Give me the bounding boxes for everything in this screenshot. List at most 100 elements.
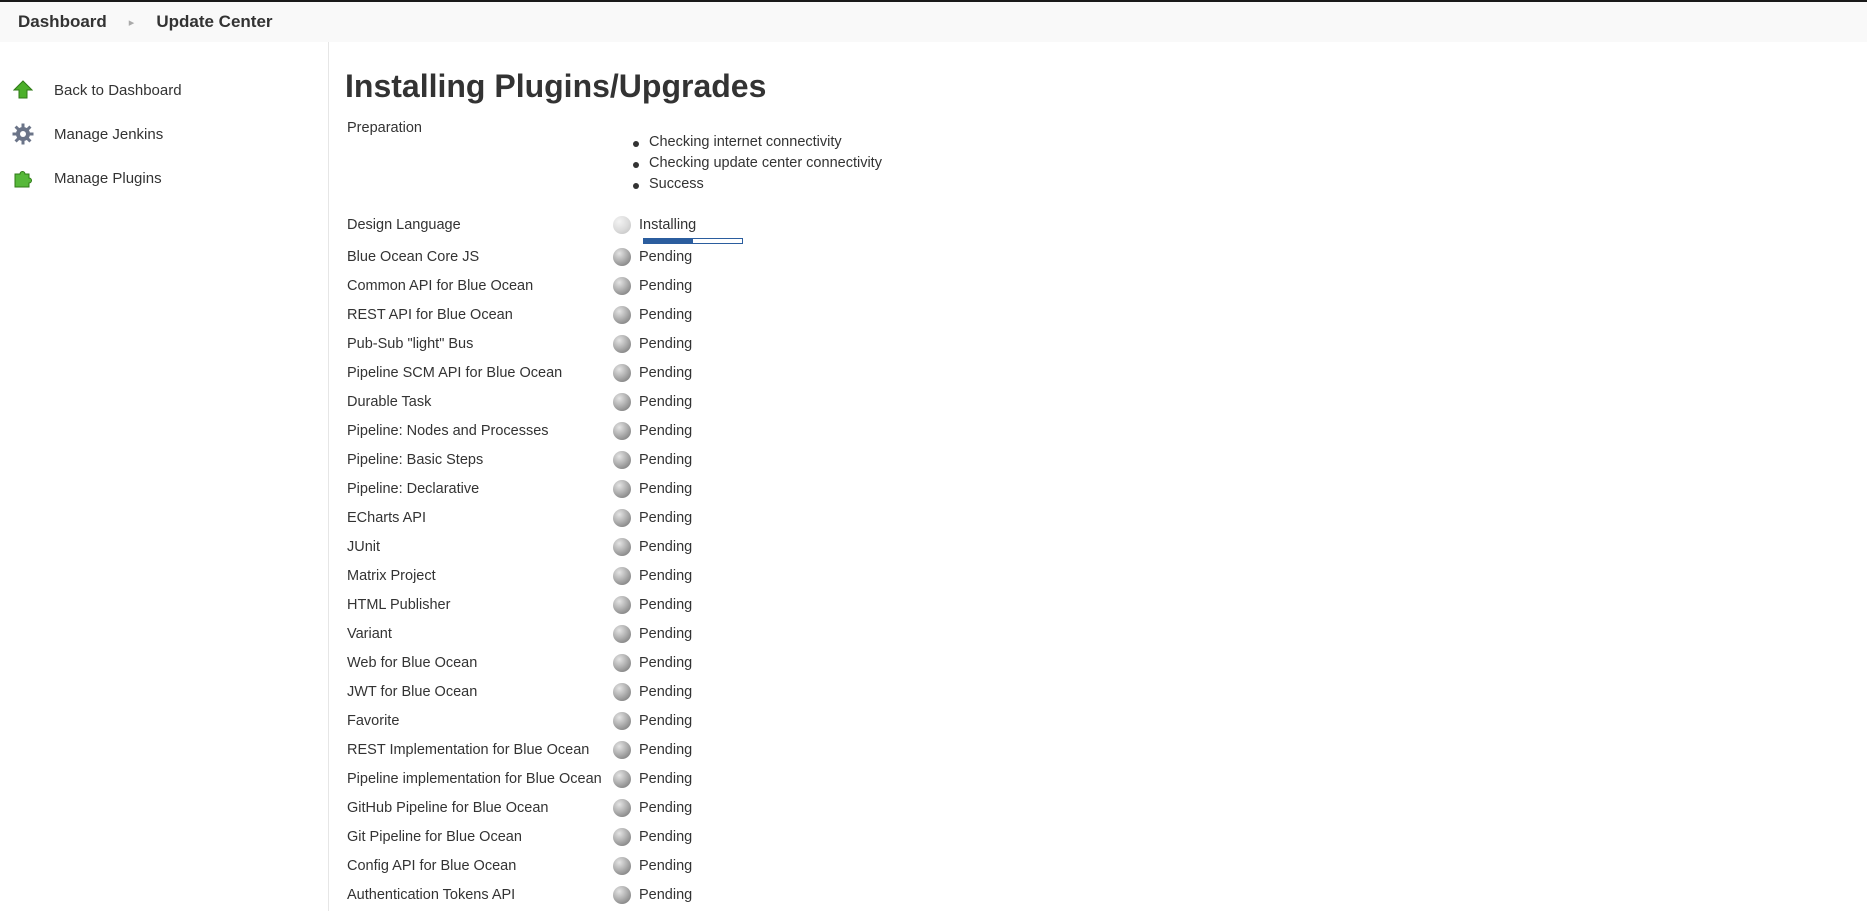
plugin-row: JWT for Blue Ocean Pending	[347, 682, 882, 711]
status-ball-icon	[613, 683, 631, 701]
plugin-status: Pending	[639, 394, 693, 410]
plugin-row: JUnit Pending	[347, 537, 882, 566]
plugin-name: Pipeline: Declarative	[347, 481, 480, 497]
plugin-status: Installing	[639, 217, 697, 233]
plugin-row: Pipeline implementation for Blue Ocean Pe…	[347, 769, 882, 798]
sidebar-item-manage-plugins[interactable]: Manage Plugins	[0, 156, 328, 200]
status-ball-icon	[613, 828, 631, 846]
plugin-name: HTML Publisher	[347, 597, 451, 613]
plugin-status: Pending	[639, 829, 693, 845]
plugin-row: Blue Ocean Core JS Pending	[347, 247, 882, 276]
plugin-row: REST API for Blue Ocean Pending	[347, 305, 882, 334]
plugin-row: Variant Pending	[347, 624, 882, 653]
plugin-row: Config API for Blue Ocean Pending	[347, 856, 882, 885]
plugin-row: Pipeline SCM API for Blue Ocean Pending	[347, 363, 882, 392]
plugin-name: Favorite	[347, 713, 400, 729]
plugin-status: Pending	[639, 771, 693, 787]
breadcrumb: Dashboard ▸ Update Center	[0, 2, 1867, 42]
plugin-status: Pending	[639, 452, 693, 468]
install-status-table: Preparation Checking internet connectivi…	[347, 106, 882, 914]
breadcrumb-update-center[interactable]: Update Center	[156, 12, 272, 32]
plugin-name: Authentication Tokens API	[347, 887, 516, 903]
status-ball-icon	[613, 451, 631, 469]
status-ball-icon	[613, 480, 631, 498]
plugin-row: GitHub Pipeline for Blue Ocean Pending	[347, 798, 882, 827]
status-ball-icon	[613, 625, 631, 643]
plugin-row: Matrix Project Pending	[347, 566, 882, 595]
install-progress-fill	[644, 239, 693, 243]
status-ball-icon	[613, 654, 631, 672]
breadcrumb-chevron-icon: ▸	[128, 16, 135, 29]
plugin-name: Pipeline SCM API for Blue Ocean	[347, 365, 563, 381]
status-ball-icon	[613, 277, 631, 295]
installing-plugin-row: Design Language Installing	[347, 212, 882, 247]
plugin-status: Pending	[639, 481, 693, 497]
plugin-row: Authentication Tokens API Pending	[347, 885, 882, 914]
plugin-name: Pipeline: Nodes and Processes	[347, 423, 549, 439]
status-ball-icon	[613, 422, 631, 440]
breadcrumb-dashboard[interactable]: Dashboard	[18, 12, 107, 32]
gear-icon	[12, 123, 34, 145]
plugin-name: JWT for Blue Ocean	[347, 684, 478, 700]
sidebar-item-manage-jenkins[interactable]: Manage Jenkins	[0, 112, 328, 156]
status-ball-icon	[613, 770, 631, 788]
status-ball-icon	[613, 712, 631, 730]
plugin-status: Pending	[639, 365, 693, 381]
plugin-name: REST Implementation for Blue Ocean	[347, 742, 590, 758]
status-ball-icon	[613, 335, 631, 353]
plugin-name: Variant	[347, 626, 392, 642]
plugin-status: Pending	[639, 423, 693, 439]
plugin-status: Pending	[639, 568, 693, 584]
plugin-status: Pending	[639, 249, 693, 265]
status-ball-icon	[613, 886, 631, 904]
plugin-status: Pending	[639, 626, 693, 642]
status-ball-icon	[613, 567, 631, 585]
status-ball-icon	[613, 306, 631, 324]
plugin-name: Pipeline: Basic Steps	[347, 452, 484, 468]
plugin-name: GitHub Pipeline for Blue Ocean	[347, 800, 549, 816]
page-title: Installing Plugins/Upgrades	[345, 68, 767, 104]
preparation-row: Preparation Checking internet connectivi…	[347, 106, 882, 212]
plugin-name: Common API for Blue Ocean	[347, 278, 534, 294]
status-ball-icon	[613, 393, 631, 411]
plugin-status: Pending	[639, 684, 693, 700]
plugin-status: Pending	[639, 713, 693, 729]
plugin-row: ECharts API Pending	[347, 508, 882, 537]
plugin-status: Pending	[639, 307, 693, 323]
plugin-name: Git Pipeline for Blue Ocean	[347, 829, 522, 845]
plugin-name: Matrix Project	[347, 568, 436, 584]
plugin-row: Favorite Pending	[347, 711, 882, 740]
up-arrow-icon	[12, 79, 34, 101]
plugin-row: Pipeline: Basic Steps Pending	[347, 450, 882, 479]
plugin-name: Design Language	[347, 217, 461, 233]
plugin-row: Pipeline: Declarative Pending	[347, 479, 882, 508]
plugin-status: Pending	[639, 336, 693, 352]
plugin-row: Git Pipeline for Blue Ocean Pending	[347, 827, 882, 856]
plugin-status: Pending	[639, 887, 693, 903]
plugin-status: Pending	[639, 742, 693, 758]
sidebar: Back to Dashboard Manage Jenkins Manage …	[0, 42, 329, 911]
status-ball-icon	[613, 857, 631, 875]
sidebar-item-label: Back to Dashboard	[54, 81, 182, 99]
plugin-name: Blue Ocean Core JS	[347, 249, 480, 265]
sidebar-item-label: Manage Jenkins	[54, 125, 164, 143]
status-ball-icon	[613, 741, 631, 759]
plugin-row: Pipeline: Nodes and Processes Pending	[347, 421, 882, 450]
plugin-status: Pending	[639, 858, 693, 874]
preparation-steps: Checking internet connectivity Checking …	[613, 120, 882, 197]
plugin-name: JUnit	[347, 539, 381, 555]
plugin-name: Web for Blue Ocean	[347, 655, 478, 671]
status-ball-icon	[613, 596, 631, 614]
install-progress-bar	[643, 238, 743, 244]
plugin-row: Common API for Blue Ocean Pending	[347, 276, 882, 305]
plugin-row: HTML Publisher Pending	[347, 595, 882, 624]
sidebar-item-back-to-dashboard[interactable]: Back to Dashboard	[0, 68, 328, 112]
plugin-status: Pending	[639, 278, 693, 294]
plugin-row: Durable Task Pending	[347, 392, 882, 421]
plugin-status: Pending	[639, 597, 693, 613]
plugin-row: REST Implementation for Blue Ocean Pendin…	[347, 740, 882, 769]
plugin-row: Pub-Sub "light" Bus Pending	[347, 334, 882, 363]
plugin-name: Durable Task	[347, 394, 432, 410]
status-ball-icon	[613, 509, 631, 527]
plugin-row: Web for Blue Ocean Pending	[347, 653, 882, 682]
